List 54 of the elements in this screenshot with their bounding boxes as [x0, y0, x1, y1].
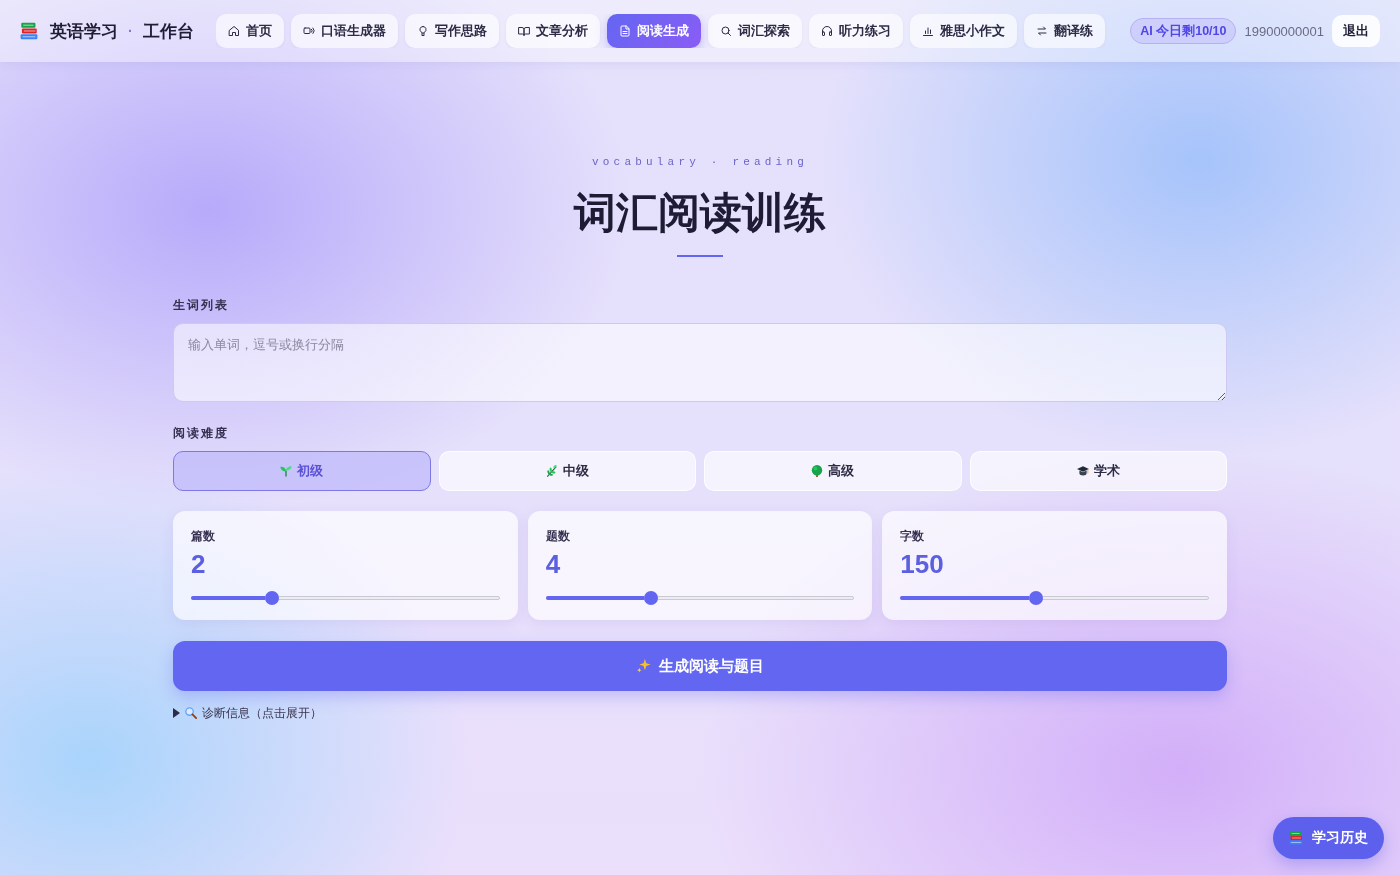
word-list-field[interactable]: 输入单词，逗号或换行分隔 — [173, 323, 1227, 402]
nav-tab[interactable]: 写作思路 — [404, 14, 499, 48]
history-button[interactable]: 学习历史 — [1273, 817, 1384, 859]
graduation-cap-icon — [1076, 465, 1089, 477]
difficulty-option[interactable]: 初级 — [173, 451, 431, 491]
sound-waves-icon — [302, 25, 315, 37]
books-icon — [20, 22, 38, 40]
nav-tab[interactable]: 听力练习 — [808, 14, 903, 48]
bar-chart-icon — [921, 25, 934, 37]
nav-tab[interactable]: 阅读生成 — [606, 14, 701, 48]
page-title: 词汇阅读训练 — [574, 188, 826, 238]
quota-badge: AI 今日剩10/10 — [1130, 18, 1237, 44]
slider-thumb[interactable] — [643, 591, 658, 605]
slider-thumb[interactable] — [264, 591, 279, 605]
title-separator: · — [128, 23, 133, 39]
app-title: 英语学习 — [50, 20, 118, 43]
sparkles-icon — [636, 659, 651, 673]
slider-value: 4 — [545, 549, 561, 579]
headphones-icon — [820, 25, 833, 37]
herb-icon — [545, 465, 558, 477]
tree-icon — [811, 465, 824, 477]
diagnostics-summary[interactable]: 诊断信息（点击展开） — [202, 706, 322, 720]
app-subtitle: 工作台 — [142, 20, 194, 43]
books-icon — [1289, 831, 1303, 845]
home-icon — [227, 25, 240, 37]
slider-label: 篇数 — [191, 529, 215, 543]
difficulty-option[interactable]: 中级 — [438, 451, 696, 491]
generate-button[interactable]: 生成阅读与题目 — [173, 641, 1227, 691]
field-label: 生词列表 — [173, 297, 229, 313]
magnifier-icon — [185, 707, 197, 719]
difficulty-option[interactable]: 学术 — [969, 451, 1227, 491]
logout-button[interactable]: 退出 — [1332, 15, 1380, 47]
swap-arrows-icon — [1035, 25, 1048, 37]
lightbulb-icon — [416, 25, 429, 37]
difficulty-option[interactable]: 高级 — [704, 451, 962, 491]
slider-label: 题数 — [545, 529, 570, 543]
field-label: 阅读难度 — [173, 425, 229, 441]
nav-tab[interactable]: 首页 — [215, 14, 284, 48]
book-open-icon — [517, 25, 530, 37]
phone-number: 19900000001 — [1244, 23, 1324, 39]
caret-icon[interactable] — [173, 708, 180, 718]
nav-tab[interactable]: 文章分析 — [505, 14, 600, 48]
slider-value: 2 — [191, 549, 206, 579]
nav-tab[interactable]: 词汇探索 — [707, 14, 802, 48]
page-eyebrow: vocabulary · reading — [592, 155, 808, 169]
document-icon — [618, 25, 631, 37]
slider-thumb[interactable] — [1029, 591, 1044, 605]
slider-value: 150 — [900, 549, 944, 579]
nav-tab[interactable]: 口语生成器 — [290, 14, 398, 48]
sprout-icon — [280, 465, 293, 477]
nav-tab[interactable]: 翻译练 — [1023, 14, 1105, 48]
nav-tab[interactable]: 雅思小作文 — [909, 14, 1017, 48]
slider-label: 字数 — [900, 529, 925, 543]
search-icon — [719, 25, 732, 37]
